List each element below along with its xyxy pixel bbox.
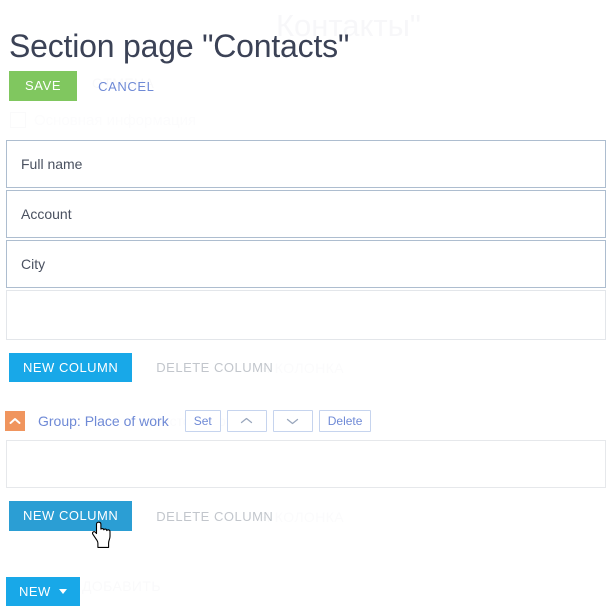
group-button-row: Set Delete	[184, 410, 372, 432]
new-column-button[interactable]: NEW COLUMN	[9, 501, 133, 531]
group-header: Group: Place of work Set Delete	[5, 409, 372, 433]
field-row[interactable]: City	[6, 240, 606, 288]
chevron-up-icon	[240, 417, 253, 425]
group-set-button[interactable]: Set	[184, 410, 221, 432]
column-toolbar-top: NEW COLUMN DELETE COLUMN	[9, 353, 273, 382]
field-list: Full name Account City	[6, 140, 606, 342]
group-move-up-button[interactable]	[226, 410, 267, 432]
chevron-up-icon[interactable]	[5, 411, 25, 431]
field-row[interactable]: Full name	[6, 140, 606, 188]
group-move-down-button[interactable]	[272, 410, 313, 432]
field-row-label: City	[21, 256, 46, 272]
action-bar: SAVE CANCEL	[9, 71, 154, 101]
field-row-label: Account	[21, 206, 72, 222]
ghost-new-button-text: ДОБАВИТЬ	[82, 578, 161, 594]
field-row-label: Full name	[21, 156, 83, 172]
new-dropdown-label: NEW	[19, 584, 51, 599]
field-row[interactable]: Account	[6, 190, 606, 238]
group-label: Group: Place of work	[38, 413, 169, 429]
cancel-button[interactable]: CANCEL	[98, 79, 154, 94]
ghost-section-text: Основная информация	[34, 112, 197, 129]
ghost-section-icon	[10, 112, 26, 128]
delete-column-button: DELETE COLUMN	[156, 360, 274, 375]
group-dropzone[interactable]	[6, 440, 606, 488]
section-page-designer: Контакты" ОТМЕНА Основная информация Кон…	[0, 0, 612, 609]
delete-column-button: DELETE COLUMN	[156, 508, 274, 524]
caret-down-icon	[58, 589, 67, 594]
field-row-empty-slot[interactable]	[6, 290, 606, 340]
column-toolbar-group: NEW COLUMN DELETE COLUMN	[9, 501, 273, 531]
save-button[interactable]: SAVE	[9, 71, 78, 101]
group-delete-button[interactable]: Delete	[318, 410, 372, 432]
chevron-down-icon	[286, 417, 299, 425]
new-column-button[interactable]: NEW COLUMN	[9, 353, 133, 382]
page-title: Section page "Contacts"	[9, 28, 350, 65]
new-dropdown-button[interactable]: NEW	[6, 577, 80, 606]
